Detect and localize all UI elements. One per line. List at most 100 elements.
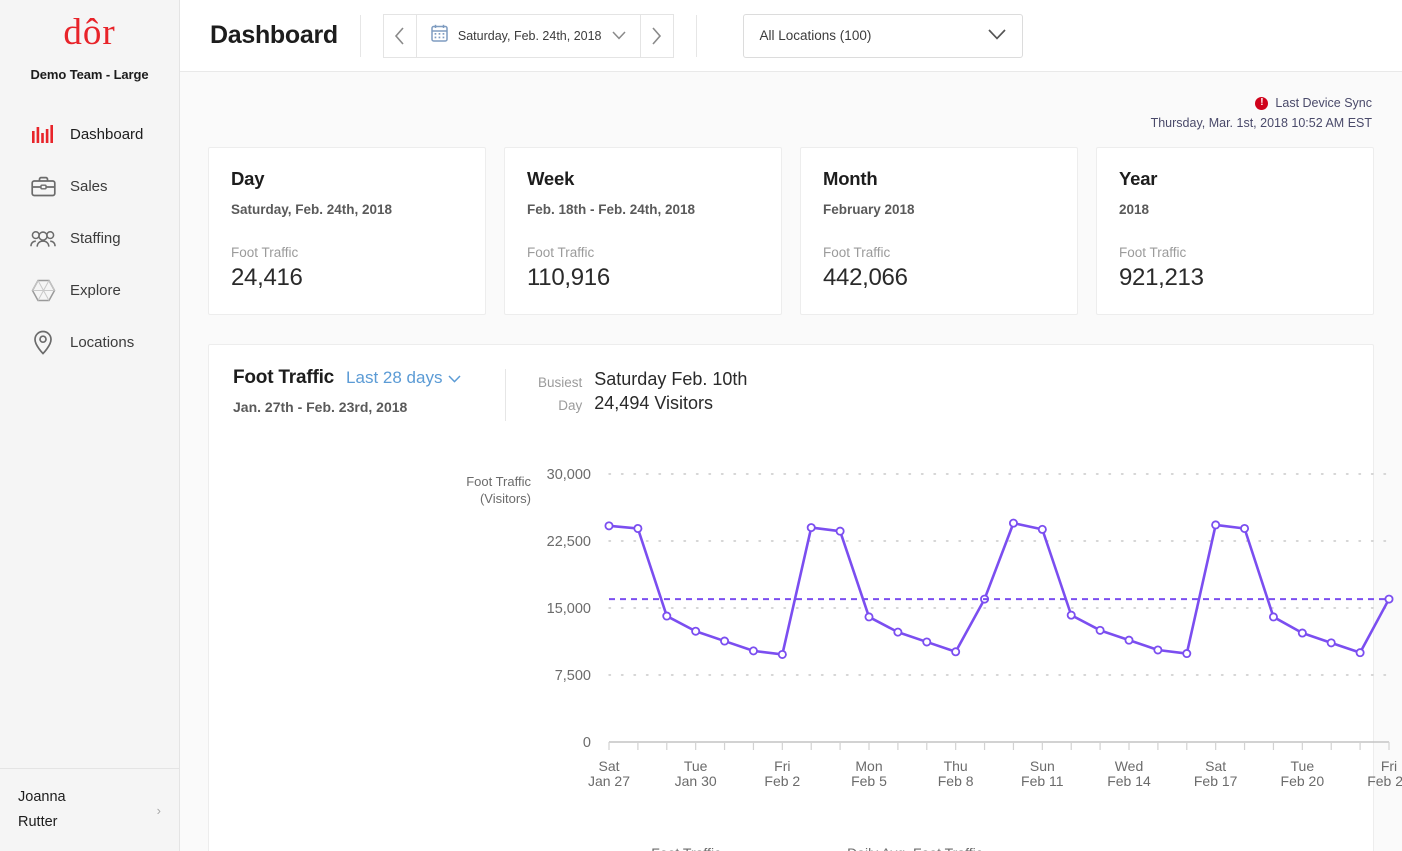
kpi-title: Week (527, 168, 759, 190)
kpi-value: 110,916 (527, 264, 759, 292)
y-axis-tick-label: 15,000 (547, 601, 591, 617)
sync-label-row: ! Last Device Sync (208, 96, 1372, 110)
x-axis-tick-label: Sat (598, 758, 619, 774)
foot-traffic-chart-card: Foot Traffic Last 28 days Jan. 27th - Fe… (208, 344, 1374, 851)
busiest-day-values: Saturday Feb. 10th 24,494 Visitors (594, 367, 747, 415)
chart-header-left: Foot Traffic Last 28 days Jan. 27th - Fe… (233, 367, 473, 415)
kpi-period: 2018 (1119, 202, 1351, 217)
x-axis-tick-label: Sat (1205, 758, 1226, 774)
busiest-day-stat: Busiest Day Saturday Feb. 10th 24,494 Vi… (538, 367, 747, 417)
kpi-period: Feb. 18th - Feb. 24th, 2018 (527, 202, 759, 217)
location-select[interactable]: All Locations (100) (743, 14, 1023, 58)
content-area: ! Last Device Sync Thursday, Mar. 1st, 2… (180, 72, 1402, 851)
chevron-down-icon (988, 27, 1006, 45)
legend-label: Daily Avg. Foot Traffic (847, 843, 983, 851)
kpi-title: Day (231, 168, 463, 190)
x-axis-tick-label: Feb 20 (1281, 773, 1325, 789)
x-axis-tick-label: Sun (1030, 758, 1055, 774)
x-axis-tick-label: Mon (855, 758, 882, 774)
selected-date-value: Saturday, Feb. 24th, 2018 (458, 29, 602, 43)
page-title: Dashboard (210, 21, 338, 50)
sidebar-item-dashboard[interactable]: Dashboard (0, 108, 179, 160)
main-area: Dashboard (180, 0, 1402, 851)
busiest-label-line1: Busiest (538, 371, 582, 394)
kpi-card-day: Day Saturday, Feb. 24th, 2018 Foot Traff… (208, 147, 486, 315)
legend-item-foot-traffic: Foot Traffic (599, 843, 721, 851)
user-name-block: Joanna Rutter (18, 785, 66, 835)
last-sync-status: ! Last Device Sync Thursday, Mar. 1st, 2… (208, 72, 1374, 130)
legend-label: Foot Traffic (651, 843, 721, 851)
sidebar-item-locations[interactable]: Locations (0, 316, 179, 368)
chart-title: Foot Traffic (233, 367, 334, 389)
y-axis-tick-label: 7,500 (555, 668, 591, 684)
date-navigator: Saturday, Feb. 24th, 2018 (383, 14, 674, 58)
busiest-day-visitors: 24,494 Visitors (594, 391, 747, 415)
y-axis-tick-label: 22,500 (547, 534, 591, 550)
kpi-metric-label: Foot Traffic (823, 245, 1055, 260)
x-axis-tick-label: Jan 30 (675, 773, 717, 789)
sidebar-item-label: Sales (70, 178, 108, 195)
sidebar-item-staffing[interactable]: Staffing (0, 212, 179, 264)
kpi-value: 442,066 (823, 264, 1055, 292)
chart-title-row: Foot Traffic Last 28 days (233, 367, 473, 389)
people-icon (30, 225, 56, 251)
x-axis-tick-label: Feb 5 (851, 773, 887, 789)
x-axis-tick-label: Feb 23 (1367, 773, 1402, 789)
chevron-down-icon (612, 27, 626, 45)
range-picker[interactable]: Last 28 days (346, 368, 461, 388)
x-axis-tick-label: Feb 14 (1107, 773, 1151, 789)
sidebar-item-label: Dashboard (70, 126, 143, 143)
alert-icon: ! (1255, 97, 1268, 110)
calendar-icon (431, 24, 448, 47)
kpi-title: Month (823, 168, 1055, 190)
sidebar-item-label: Staffing (70, 230, 121, 247)
chevron-right-icon: › (157, 803, 161, 818)
divider (696, 15, 697, 57)
x-axis-tick-label: Fri (774, 758, 790, 774)
hexagon-icon (30, 277, 56, 303)
chart-plot-area: 07,50015,00022,50030,000SatJan 27TueJan … (209, 463, 1373, 851)
x-axis-tick-label: Wed (1115, 758, 1144, 774)
next-date-button[interactable] (640, 14, 674, 58)
y-axis-tick-label: 0 (583, 735, 591, 751)
kpi-card-year: Year 2018 Foot Traffic 921,213 (1096, 147, 1374, 315)
date-picker[interactable]: Saturday, Feb. 24th, 2018 (417, 14, 640, 58)
kpi-period: February 2018 (823, 202, 1055, 217)
divider (360, 15, 361, 57)
app-root: dôr Demo Team - Large Dashboard (0, 0, 1402, 851)
x-axis-tick-label: Feb 17 (1194, 773, 1238, 789)
kpi-metric-label: Foot Traffic (231, 245, 463, 260)
user-last-name: Rutter (18, 810, 66, 835)
x-axis-tick-label: Tue (684, 758, 708, 774)
kpi-card-row: Day Saturday, Feb. 24th, 2018 Foot Traff… (208, 147, 1374, 315)
legend-item-daily-average: Daily Avg. Foot Traffic (795, 843, 983, 851)
sidebar-item-explore[interactable]: Explore (0, 264, 179, 316)
map-pin-icon (30, 329, 56, 355)
chart-legend: Foot Traffic Daily Avg. Foot Traffic (209, 843, 1373, 851)
user-profile[interactable]: Joanna Rutter › (0, 768, 179, 851)
bar-chart-icon (30, 121, 56, 147)
app-logo: dôr (0, 0, 179, 51)
kpi-value: 24,416 (231, 264, 463, 292)
x-axis-tick-label: Fri (1381, 758, 1397, 774)
chart-date-range: Jan. 27th - Feb. 23rd, 2018 (233, 399, 473, 415)
busiest-label-line2: Day (538, 394, 582, 417)
sidebar-item-label: Locations (70, 334, 134, 351)
kpi-value: 921,213 (1119, 264, 1351, 292)
x-axis-tick-label: Feb 2 (764, 773, 800, 789)
x-axis-tick-label: Feb 8 (938, 773, 974, 789)
sync-label: Last Device Sync (1275, 96, 1372, 110)
chevron-down-icon (448, 370, 461, 388)
divider (505, 369, 506, 421)
previous-date-button[interactable] (383, 14, 417, 58)
briefcase-icon (30, 173, 56, 199)
kpi-metric-label: Foot Traffic (527, 245, 759, 260)
sidebar-item-sales[interactable]: Sales (0, 160, 179, 212)
kpi-period: Saturday, Feb. 24th, 2018 (231, 202, 463, 217)
foot-traffic-line-chart: 07,50015,00022,50030,000SatJan 27TueJan … (209, 463, 1402, 851)
location-select-value: All Locations (100) (760, 28, 872, 43)
x-axis-tick-label: Feb 11 (1021, 773, 1064, 789)
kpi-metric-label: Foot Traffic (1119, 245, 1351, 260)
x-axis-tick-label: Thu (944, 758, 968, 774)
sidebar: dôr Demo Team - Large Dashboard (0, 0, 180, 851)
